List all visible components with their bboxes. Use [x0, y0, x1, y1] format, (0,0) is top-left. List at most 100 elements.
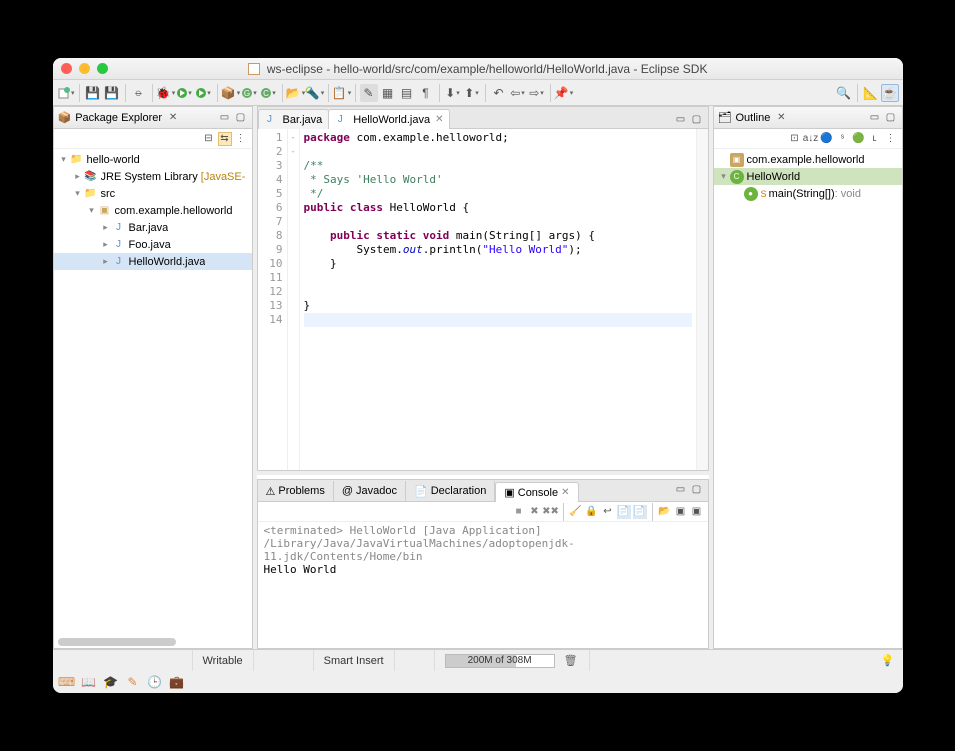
outline-tree[interactable]: ▣com.example.helloworld ▾CHelloWorld ●Sm… — [714, 149, 902, 648]
java-file-icon — [248, 63, 260, 75]
outline-package[interactable]: ▣com.example.helloworld — [714, 151, 902, 168]
heap-status[interactable]: 200M of 308M 🗑 — [435, 650, 590, 671]
hide-static-icon[interactable]: ˢ — [836, 132, 850, 146]
tree-jre[interactable]: ▸📚JRE System Library [JavaSE- — [54, 168, 252, 185]
terminate-button[interactable]: ■ — [512, 505, 526, 519]
pin-console-button[interactable]: 📄 — [617, 505, 631, 519]
package-explorer-header: 📦 Package Explorer ✕ ▭ ▢ — [54, 107, 252, 129]
maximize-view-icon[interactable]: ▢ — [884, 111, 898, 125]
open-perspective-button[interactable]: 📐 — [862, 84, 880, 102]
minimize-editor-icon[interactable]: ▭ — [674, 112, 688, 126]
status-bar: Writable Smart Insert 200M of 308M 🗑 💡 — [53, 649, 903, 671]
hide-local-types-icon[interactable]: ʟ — [868, 132, 882, 146]
tab-console[interactable]: ▣Console ✕ — [495, 482, 578, 502]
editor-body[interactable]: 1234567891011121314 -- package com.examp… — [258, 129, 708, 470]
editor-tab-bar-java[interactable]: J Bar.java — [258, 109, 330, 129]
clear-console-button[interactable]: 🧹 — [569, 505, 583, 519]
new-console-view-button[interactable]: ▣ — [690, 505, 704, 519]
console-output[interactable]: <terminated> HelloWorld [Java Applicatio… — [258, 522, 708, 648]
hide-non-public-icon[interactable]: 🟢 — [852, 132, 866, 146]
new-button[interactable] — [57, 84, 75, 102]
quick-access-button[interactable]: 🔍 — [835, 84, 853, 102]
tree-project[interactable]: ▾📁hello-world — [54, 151, 252, 168]
show-whitespace-button[interactable]: ▤ — [398, 84, 416, 102]
wand-icon[interactable]: ✎ — [125, 674, 141, 690]
maximize-editor-icon[interactable]: ▢ — [690, 112, 704, 126]
view-menu-icon[interactable]: ⋮ — [234, 132, 248, 146]
minimize-window-button[interactable] — [79, 63, 90, 74]
toggle-block-selection-button[interactable]: ▦ — [379, 84, 397, 102]
outline-class[interactable]: ▾CHelloWorld — [714, 168, 902, 185]
back-button[interactable]: ⇦ — [509, 84, 527, 102]
next-annotation-button[interactable]: ⬇ — [444, 84, 462, 102]
maximize-bottom-icon[interactable]: ▢ — [690, 482, 704, 496]
editor-tab-helloworld[interactable]: J HelloWorld.java ✕ — [328, 109, 450, 129]
graduation-icon[interactable]: 🎓 — [103, 674, 119, 690]
tab-javadoc[interactable]: @Javadoc — [334, 481, 406, 501]
tip-of-day-icon[interactable]: 💡 — [881, 654, 895, 667]
sash-bottom[interactable] — [257, 471, 709, 475]
clock-icon[interactable]: 🕒 — [147, 674, 163, 690]
tree-package[interactable]: ▾▣com.example.helloworld — [54, 202, 252, 219]
remove-launch-button[interactable]: ✖ — [528, 505, 542, 519]
open-task-button[interactable]: 📋 — [333, 84, 351, 102]
hide-fields-icon[interactable]: 🔵 — [820, 132, 834, 146]
briefcase-icon[interactable]: 💼 — [169, 674, 185, 690]
zoom-window-button[interactable] — [97, 63, 108, 74]
skip-breakpoints-button[interactable]: ⦵ — [130, 84, 148, 102]
forward-button[interactable]: ⇨ — [528, 84, 546, 102]
run-button[interactable] — [176, 84, 194, 102]
view-menu-icon[interactable]: ⋮ — [884, 132, 898, 146]
search-button[interactable]: 🔦 — [306, 84, 324, 102]
tree-file-bar[interactable]: ▸JBar.java — [54, 219, 252, 236]
tutorials-icon[interactable]: 📖 — [81, 674, 97, 690]
java-file-icon: J — [112, 221, 126, 235]
toggle-word-wrap-button[interactable]: ¶ — [417, 84, 435, 102]
show-console-on-out-button[interactable]: 📄 — [633, 505, 647, 519]
collapse-all-icon[interactable]: ⊟ — [202, 132, 216, 146]
open-console-button[interactable]: 📂 — [658, 505, 672, 519]
close-tab-icon[interactable]: ✕ — [435, 114, 443, 125]
word-wrap-button[interactable]: ↩ — [601, 505, 615, 519]
focus-on-active-task-icon[interactable]: ⊡ — [788, 132, 802, 146]
minimize-view-icon[interactable]: ▭ — [868, 111, 882, 125]
tree-src[interactable]: ▾📁src — [54, 185, 252, 202]
previous-annotation-button[interactable]: ⬆ — [463, 84, 481, 102]
pin-editor-button[interactable]: 📌 — [555, 84, 573, 102]
maximize-view-icon[interactable]: ▢ — [234, 111, 248, 125]
display-selected-console-button[interactable]: ▣ — [674, 505, 688, 519]
tab-problems[interactable]: ⚠Problems — [258, 481, 334, 501]
run-gc-button[interactable]: 🗑 — [563, 653, 579, 669]
close-tab-icon[interactable]: ✕ — [561, 487, 569, 498]
close-tab-icon[interactable]: ✕ — [166, 111, 180, 125]
tree-file-helloworld[interactable]: ▸JHelloWorld.java — [54, 253, 252, 270]
new-java-class-button[interactable]: C — [260, 84, 278, 102]
coverage-button[interactable] — [195, 84, 213, 102]
sort-icon[interactable]: a↓z — [804, 132, 818, 146]
debug-button[interactable]: 🐞 — [157, 84, 175, 102]
last-edit-location-button[interactable]: ↶ — [490, 84, 508, 102]
show-key-bindings-icon[interactable]: ⌨ — [59, 674, 75, 690]
minimize-bottom-icon[interactable]: ▭ — [674, 482, 688, 496]
open-type-button[interactable]: 📂 — [287, 84, 305, 102]
outline-method[interactable]: ●Smain(String[]) : void — [714, 185, 902, 202]
horizontal-scrollbar[interactable] — [58, 638, 177, 646]
project-tree[interactable]: ▾📁hello-world ▸📚JRE System Library [Java… — [54, 149, 252, 636]
close-window-button[interactable] — [61, 63, 72, 74]
java-perspective-button[interactable]: ☕ — [881, 84, 899, 102]
save-button[interactable]: 💾 — [84, 84, 102, 102]
new-java-project-button[interactable]: 📦 — [222, 84, 240, 102]
new-java-package-button[interactable]: G — [241, 84, 259, 102]
overview-ruler[interactable] — [696, 129, 708, 470]
remove-all-launches-button[interactable]: ✖✖ — [544, 505, 558, 519]
close-tab-icon[interactable]: ✕ — [774, 111, 788, 125]
minimize-view-icon[interactable]: ▭ — [218, 111, 232, 125]
save-all-button[interactable]: 💾 — [103, 84, 121, 102]
fold-gutter[interactable]: -- — [288, 129, 300, 470]
tree-file-foo[interactable]: ▸JFoo.java — [54, 236, 252, 253]
code-area[interactable]: package com.example.helloworld;/** * Say… — [300, 129, 696, 470]
toggle-mark-occurrences-button[interactable]: ✎ — [360, 84, 378, 102]
scroll-lock-button[interactable]: 🔒 — [585, 505, 599, 519]
link-with-editor-icon[interactable]: ⇆ — [218, 132, 232, 146]
tab-declaration[interactable]: 📄Declaration — [406, 481, 495, 501]
